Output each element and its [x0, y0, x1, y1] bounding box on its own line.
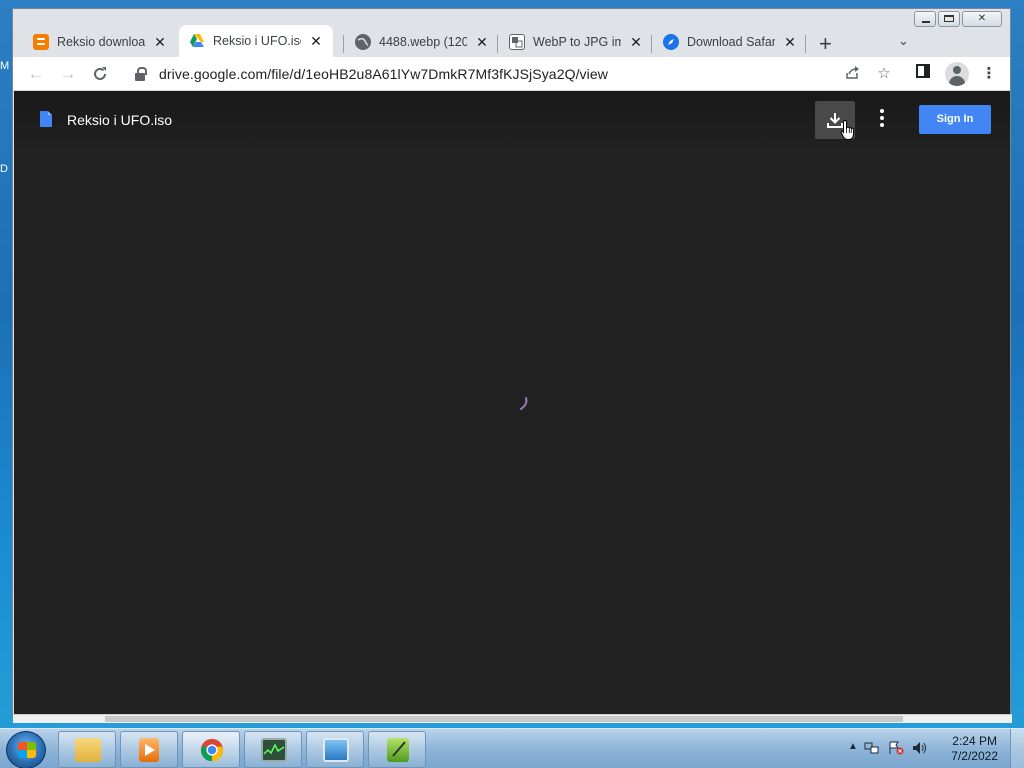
tab-title: Reksio download — [57, 35, 145, 49]
browser-window: ✕ Reksio download ✕ Reksio i UFO.iso ✕ 4… — [12, 8, 1012, 723]
file-icon — [40, 111, 52, 127]
close-tab-icon[interactable]: ✕ — [783, 34, 797, 51]
tab-title: Reksio i UFO.iso — [213, 34, 301, 48]
taskbar-task-manager[interactable] — [244, 731, 302, 768]
tab-webp-to-jpg[interactable]: WebP to JPG ima ✕ — [499, 27, 653, 57]
tab-reksio-ufo[interactable]: Reksio i UFO.iso ✕ — [179, 25, 333, 57]
task-manager-icon — [261, 738, 287, 762]
more-options-icon[interactable] — [874, 107, 890, 131]
new-tab-button[interactable]: + — [819, 31, 832, 57]
close-tab-icon[interactable]: ✕ — [475, 34, 489, 51]
clock-date: 7/2/2022 — [951, 749, 998, 763]
taskbar-notepad-plus[interactable] — [368, 731, 426, 768]
converter-icon — [509, 34, 525, 50]
forward-button[interactable]: → — [57, 63, 79, 85]
file-name: Reksio i UFO.iso — [67, 112, 173, 128]
notepad-plus-icon — [387, 738, 409, 762]
taskbar: ▲ 2:24 PM 7/2/2022 — [0, 728, 1024, 768]
media-player-icon — [139, 738, 159, 762]
tab-search-icon[interactable]: ⌄ — [898, 33, 909, 49]
action-center-flag-icon[interactable] — [888, 741, 904, 758]
bookmark-star-icon[interactable]: ☆ — [874, 64, 894, 84]
share-icon[interactable] — [842, 64, 862, 84]
sign-in-button[interactable]: Sign In — [919, 105, 991, 134]
tab-title: WebP to JPG ima — [533, 35, 621, 49]
start-button[interactable] — [6, 731, 46, 768]
taskbar-media-player[interactable] — [120, 731, 178, 768]
back-button[interactable]: ← — [25, 63, 47, 85]
safari-icon — [663, 34, 679, 50]
system-clock[interactable]: 2:24 PM 7/2/2022 — [951, 734, 998, 764]
close-tab-icon[interactable]: ✕ — [309, 33, 323, 50]
tab-download-safari[interactable]: Download Safari ✕ — [653, 27, 807, 57]
scrollbar-thumb[interactable] — [105, 716, 903, 722]
photo-viewer-icon — [323, 738, 349, 762]
globe-icon — [355, 34, 371, 50]
reload-button[interactable] — [89, 63, 111, 85]
url-text: drive.google.com/file/d/1eoHB2u8A61lYw7D… — [159, 66, 608, 82]
system-tray: ▲ 2:24 PM 7/2/2022 — [844, 729, 1024, 768]
show-hidden-icons-icon[interactable]: ▲ — [848, 741, 858, 752]
taskbar-photo-viewer[interactable] — [306, 731, 364, 768]
clock-time: 2:24 PM — [952, 734, 997, 748]
tab-separator — [343, 35, 344, 53]
hand-cursor-icon — [840, 119, 854, 140]
drive-viewer: Reksio i UFO.iso Sign In — [14, 91, 1010, 714]
tab-separator — [805, 35, 806, 53]
tab-webp-image[interactable]: 4488.webp (1200 ✕ — [345, 27, 499, 57]
drive-header: Reksio i UFO.iso Sign In — [14, 91, 1010, 151]
google-drive-icon — [189, 33, 205, 49]
horizontal-scrollbar[interactable] — [13, 714, 1012, 723]
profile-avatar-icon[interactable] — [945, 62, 969, 86]
folder-icon — [75, 738, 101, 762]
desktop-label-m: M — [0, 60, 10, 72]
loading-spinner-icon — [520, 397, 528, 410]
tab-title: 4488.webp (1200 — [379, 35, 467, 49]
chrome-icon — [200, 738, 224, 762]
lock-icon — [135, 67, 147, 81]
taskbar-chrome[interactable] — [182, 731, 240, 768]
volume-icon[interactable] — [912, 741, 928, 758]
tab-title: Download Safari — [687, 35, 775, 49]
taskbar-file-explorer[interactable] — [58, 731, 116, 768]
blogger-icon — [33, 34, 49, 50]
close-tab-icon[interactable]: ✕ — [629, 34, 643, 51]
side-panel-icon[interactable] — [913, 64, 933, 84]
address-bar[interactable]: drive.google.com/file/d/1eoHB2u8A61lYw7D… — [125, 60, 895, 88]
browser-toolbar: ← → drive.google.com/file/d/1eoHB2u8A61l… — [13, 57, 1010, 91]
network-icon[interactable] — [864, 741, 880, 758]
tab-separator — [497, 35, 498, 53]
tab-reksio-download[interactable]: Reksio download ✕ — [23, 27, 177, 57]
show-desktop-button[interactable] — [1010, 729, 1024, 768]
tab-strip: Reksio download ✕ Reksio i UFO.iso ✕ 448… — [23, 21, 1010, 57]
close-tab-icon[interactable]: ✕ — [153, 34, 167, 51]
chrome-menu-icon[interactable]: ⋮ — [979, 64, 999, 84]
desktop-label-d: D — [0, 163, 8, 175]
tab-separator — [651, 35, 652, 53]
